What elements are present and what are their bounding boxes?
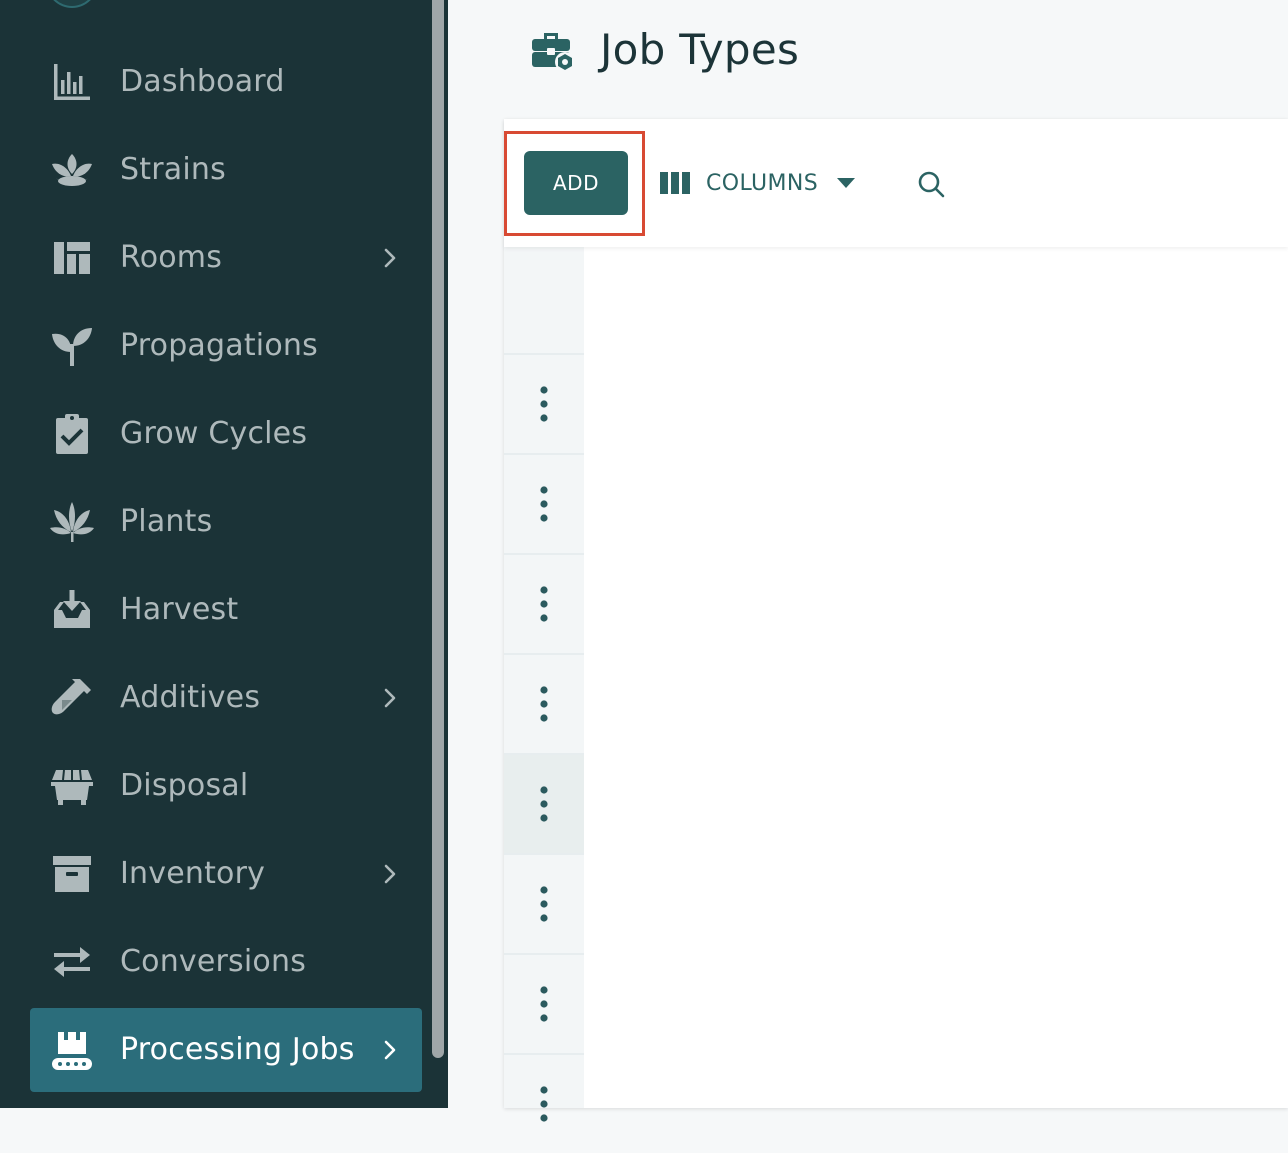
archive-box-icon [48,852,96,896]
chevron-right-icon [378,860,402,888]
sidebar-item-conversions[interactable]: Conversions [30,920,422,1004]
chevron-right-icon [378,244,402,272]
seedling-leaves-icon [48,148,96,192]
test-tube-icon [48,676,96,720]
chevron-right-icon [378,684,402,712]
more-vertical-icon [539,384,549,424]
more-vertical-icon [539,684,549,724]
table-row-actions[interactable] [504,753,584,853]
sidebar-item-grow-cycles[interactable]: Grow Cycles [30,392,422,476]
chevron-right-icon [378,1036,402,1064]
search-icon [916,169,946,199]
table-row-actions[interactable] [504,553,584,653]
table-row-actions[interactable] [504,453,584,553]
conveyor-belt-icon [48,1028,96,1072]
sidebar-item-strains[interactable]: Strains [30,128,422,212]
more-vertical-icon [539,884,549,924]
table-row-actions[interactable] [504,1053,584,1153]
table-row-actions[interactable] [504,953,584,1053]
add-button[interactable]: ADD [524,151,628,215]
sidebar-item-label: Dashboard [120,64,285,99]
data-table: ADD COLUMNS [504,119,1288,1122]
sidebar: Dashboard Strains Rooms Propagations Gro… [0,0,448,1108]
sidebar-item-label: Strains [120,152,226,187]
sidebar-item-label: Disposal [120,768,249,803]
table-row-actions[interactable] [504,853,584,953]
bar-chart-icon [48,60,96,104]
sidebar-item-label: Grow Cycles [120,416,308,451]
dumpster-icon [48,764,96,808]
cannabis-leaf-icon [48,500,96,544]
inbox-download-icon [48,588,96,632]
exchange-arrows-icon [48,940,96,984]
sidebar-item-label: Processing Jobs [120,1032,355,1067]
page-header: Job Types [528,14,799,84]
sidebar-item-label: Inventory [120,856,266,891]
sidebar-item-label: Propagations [120,328,318,363]
sidebar-item-dashboard[interactable]: Dashboard [30,40,422,124]
grid-layout-icon [48,236,96,280]
sidebar-item-propagations[interactable]: Propagations [30,304,422,388]
sidebar-item-label: Rooms [120,240,223,275]
sidebar-item-harvest[interactable]: Harvest [30,568,422,652]
more-vertical-icon [539,584,549,624]
sidebar-item-additives[interactable]: Additives [30,656,422,740]
page-title: Job Types [600,24,800,74]
sidebar-item-label: Additives [120,680,261,715]
columns-button[interactable]: COLUMNS [660,163,856,203]
more-vertical-icon [539,484,549,524]
search-button[interactable] [916,169,946,199]
clipboard-check-icon [48,412,96,456]
sidebar-item-label: Harvest [120,592,239,627]
table-toolbar: ADD COLUMNS [504,119,1288,247]
sidebar-item-processing-jobs[interactable]: Processing Jobs [30,1008,422,1092]
sidebar-item-inventory[interactable]: Inventory [30,832,422,916]
sprout-icon [48,324,96,368]
sidebar-item-label: Conversions [120,944,307,979]
columns-button-label: COLUMNS [706,170,819,196]
briefcase-cog-icon [528,25,576,73]
more-vertical-icon [539,784,549,824]
row-actions-column [504,247,584,1122]
more-vertical-icon [539,1084,549,1124]
sidebar-item-disposal[interactable]: Disposal [30,744,422,828]
sidebar-item-label: Plants [120,504,213,539]
more-vertical-icon [539,984,549,1024]
sidebar-item-rooms[interactable]: Rooms [30,216,422,300]
sidebar-item-plants[interactable]: Plants [30,480,422,564]
main-content: Job Types ADD COLUMNS [448,0,1288,1122]
sidebar-scrollbar-thumb[interactable] [432,0,444,1058]
table-row-actions[interactable] [504,653,584,753]
columns-icon [660,172,690,194]
table-row-actions[interactable] [504,353,584,453]
caret-down-icon [836,177,856,189]
avatar[interactable] [46,0,98,8]
